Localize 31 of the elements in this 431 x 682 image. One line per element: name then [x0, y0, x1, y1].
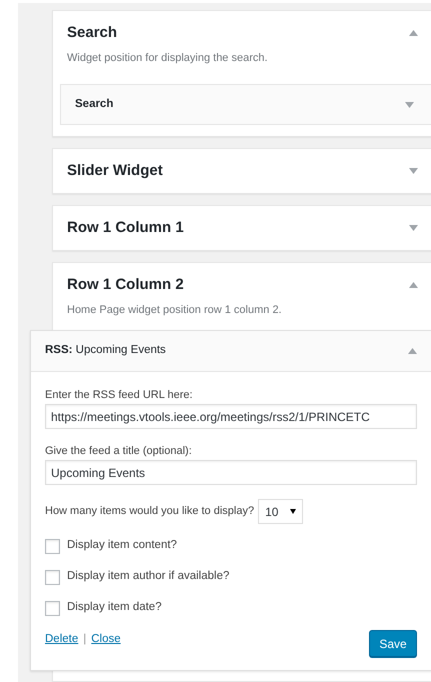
- sidebar-description: Home Page widget position row 1 column 2.: [67, 303, 283, 318]
- checkbox[interactable]: [45, 570, 60, 584]
- sidebar-title[interactable]: Slider Widget: [67, 160, 163, 182]
- expand-arrow-icon[interactable]: [409, 168, 418, 174]
- sidebar-title[interactable]: Search: [67, 22, 118, 44]
- caret-icon: [290, 509, 296, 514]
- sidebar-description: Widget position for displaying the search.: [67, 51, 269, 66]
- field-label: Enter the RSS feed URL here:: [45, 388, 194, 402]
- collapse-arrow-icon[interactable]: [408, 348, 417, 354]
- checkbox-label: Display item content?: [67, 538, 177, 554]
- checkbox-label: Display item date?: [67, 600, 162, 616]
- collapse-arrow-icon[interactable]: [409, 282, 418, 288]
- link-separator: |: [83, 632, 86, 648]
- title-field[interactable]: Upcoming Events: [45, 460, 417, 485]
- save-button[interactable]: Save: [369, 630, 417, 657]
- checkbox[interactable]: [45, 538, 60, 554]
- expand-arrow-icon[interactable]: [409, 225, 418, 231]
- checkbox[interactable]: [45, 600, 60, 616]
- widget-title[interactable]: RSS: Upcoming Events: [45, 342, 166, 360]
- collapse-arrow-icon[interactable]: [409, 30, 418, 36]
- field-label: How many items would you like to display?: [45, 504, 254, 520]
- checkbox-label: Display item author if available?: [67, 569, 230, 584]
- url-field[interactable]: https://meetings.vtools.ieee.org/meetings/rss2/1/PRINCETC: [45, 404, 417, 429]
- close-link[interactable]: Close: [91, 631, 121, 649]
- expand-arrow-icon[interactable]: [405, 102, 414, 108]
- field-label: Give the feed a title (optional):: [45, 444, 193, 458]
- delete-link[interactable]: Delete: [45, 631, 78, 649]
- items-dropdown[interactable]: 10: [258, 499, 304, 524]
- widget-title[interactable]: Search: [75, 96, 114, 114]
- sidebar-title[interactable]: Row 1 Column 1: [67, 216, 184, 240]
- sidebar-title[interactable]: Row 1 Column 2: [67, 274, 184, 296]
